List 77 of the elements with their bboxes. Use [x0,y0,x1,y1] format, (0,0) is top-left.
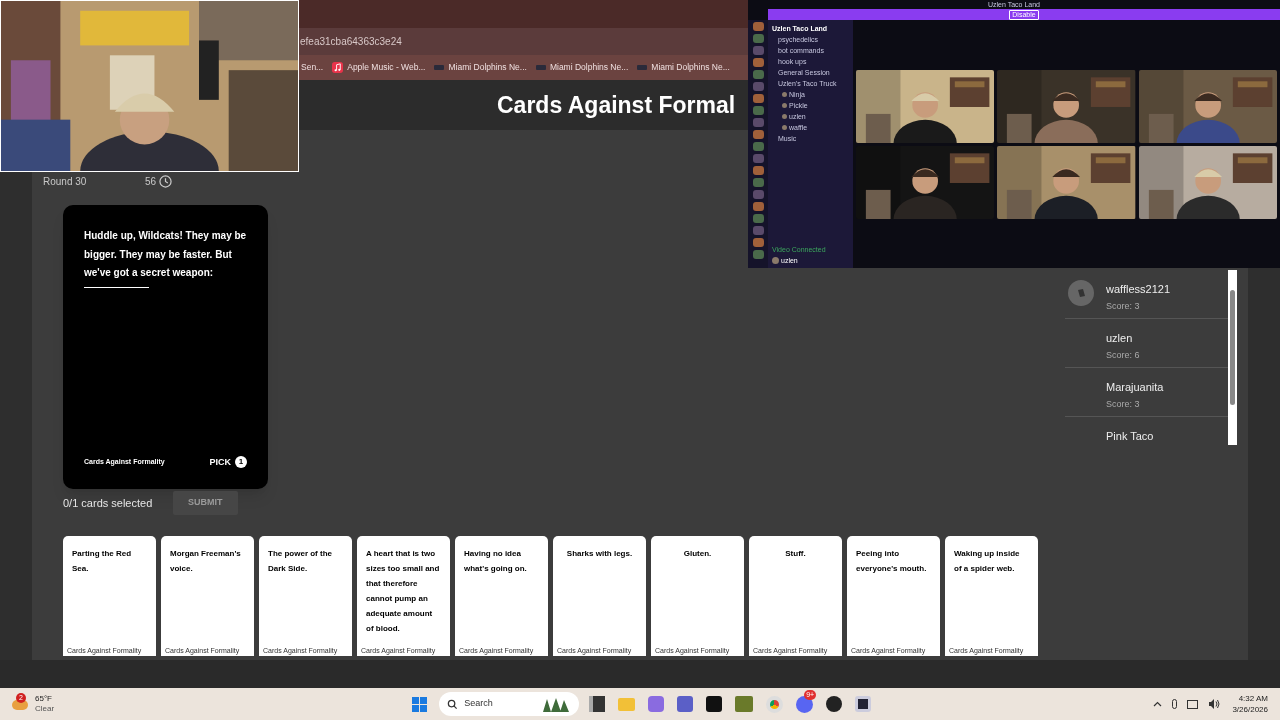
server-icon[interactable] [752,202,764,211]
address-field[interactable]: efea31cba64363c3e24 [300,34,402,49]
server-icon[interactable] [752,250,764,259]
bookmark[interactable]: Sen... [301,61,324,74]
player-name: Pink Taco [1106,429,1154,444]
bookmark[interactable]: Apple Music - Web... [332,61,426,74]
player-name: uzlen [1106,331,1134,346]
server-icon[interactable] [752,142,764,151]
scrollbar[interactable] [1228,270,1237,445]
answer-text: A heart that is two sizes too small and that therefore cannot pump an adequate amount of blood. [366,548,441,635]
answer-text: Parting the Red Sea. [72,548,133,575]
server-icon[interactable] [752,214,764,223]
temperature: 65°F [35,694,53,704]
browser-icon[interactable] [766,695,784,713]
server-icon[interactable] [752,166,764,175]
site-icon [637,65,648,70]
server-icon[interactable] [752,190,764,199]
search-icon [447,698,459,710]
answer-text: Having no idea what's going on. [464,548,528,575]
server-icon[interactable] [752,94,764,103]
server-icon[interactable] [752,70,764,79]
pick-count: 1 [235,456,247,469]
avatar-icon [772,257,779,264]
answer-text: Morgan Freeman's voice. [170,548,242,575]
bookmark[interactable]: Miami Dolphins Ne... [535,61,629,74]
round-label: Round 30 [43,174,88,189]
windows-icon[interactable] [412,696,428,712]
selection-status: 0/1 cards selected [63,495,154,511]
answer-text: Peeing into everyone's mouth. [856,548,928,575]
avatar-icon [782,114,787,119]
avatar-icon [782,103,787,108]
answer-text: Waking up inside of a spider web. [954,548,1021,575]
site-icon [535,65,546,70]
music-icon [332,62,344,73]
blank-line [84,286,149,288]
server-icon[interactable] [752,130,764,139]
answer-text: Sharks with legs. [565,548,634,560]
site-icon [434,65,445,70]
bookmark[interactable]: Miami Dolphins Ne... [434,61,527,74]
server-icon[interactable] [752,106,764,115]
answer-text: Gluten. [682,548,713,560]
monitor-icon[interactable] [1187,699,1199,709]
forest-icon [541,696,572,712]
avatar-icon [782,125,787,130]
pick-label: PICK [209,455,231,469]
server-icon[interactable] [752,82,764,91]
server-icon[interactable] [752,154,764,163]
speaker-icon[interactable] [1208,698,1221,710]
server-icon[interactable] [752,58,764,67]
chat-app-icon[interactable] [796,695,814,713]
server-icon[interactable] [752,118,764,127]
square-app-icon[interactable] [589,696,606,712]
dark-app-icon[interactable] [826,696,843,712]
server-icon[interactable] [752,34,764,43]
bookmark[interactable]: Miami Dolphins Ne... [637,61,730,74]
answer-text: Stuff. [784,548,807,560]
server-icon[interactable] [752,22,764,31]
player-score: Score: 6 [1106,348,1140,362]
server-icon[interactable] [752,226,764,235]
search-field[interactable]: Search [439,692,580,716]
player-score: Score: 3 [1106,299,1141,313]
avatar-icon [782,92,787,97]
server-icon[interactable] [752,178,764,187]
player-score: Score: 3 [1106,397,1141,411]
server-icon[interactable] [752,46,764,55]
prompt-text: Huddle up, Wildcats! They may be bigger. They may be faster. But we've got a secret weapon: [84,229,247,280]
player-name: Marajuanita [1106,380,1164,395]
server-icon[interactable] [752,238,764,247]
clock-date: 3/26/2026 [1232,704,1268,715]
app-title: Cards Against Formal [497,90,736,120]
clock-time: 4:32 AM [1238,693,1268,704]
answer-text: The power of the Dark Side. [268,548,333,575]
chevron-up-icon[interactable] [1153,701,1163,707]
player-name: waffless2121 [1106,282,1170,297]
clock-icon [159,174,173,188]
weather-text: Clear [35,704,55,714]
timer-text: 56 [145,174,157,189]
